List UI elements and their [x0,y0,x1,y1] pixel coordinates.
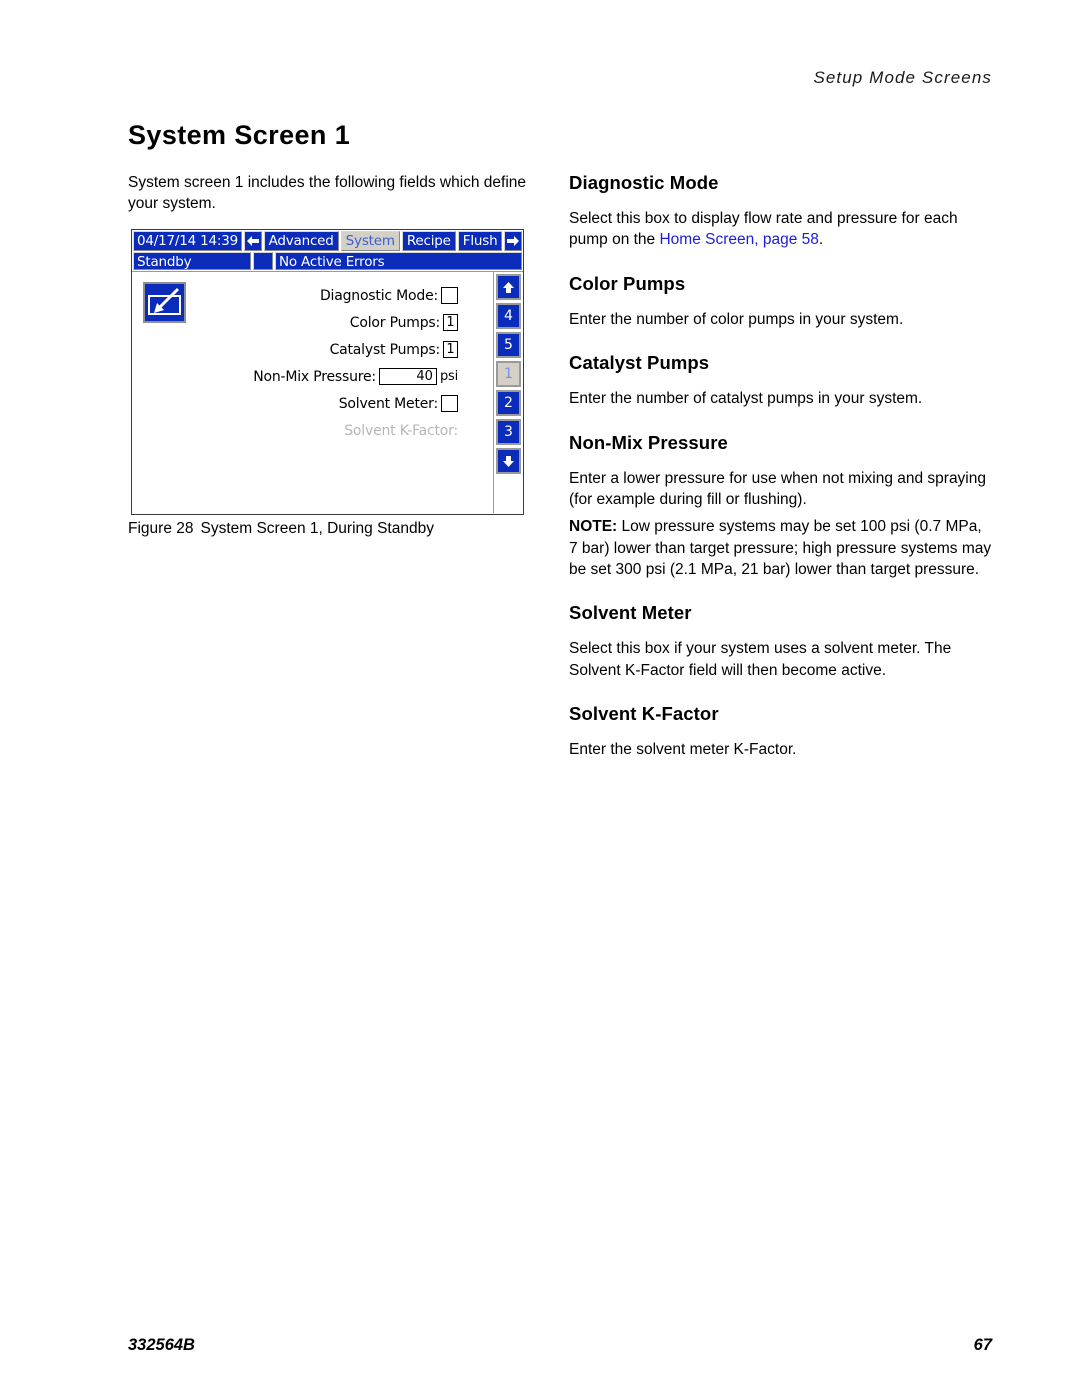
field-label-solvent-meter: Solvent Meter: [338,395,438,412]
field-label-diagnostic-mode: Diagnostic Mode: [319,287,438,304]
device-status-errors: No Active Errors [275,252,522,270]
field-label-color-pumps: Color Pumps: [349,314,440,331]
sidebar-screen-5-button[interactable]: 5 [496,332,521,358]
device-tab-advanced[interactable]: Advanced [263,231,339,251]
heading-color-pumps: Color Pumps [569,272,686,294]
sidebar-screen-3-button[interactable]: 3 [496,419,521,445]
device-top-bar: 04/17/14 14:39 Advanced System Recipe Fl… [132,230,523,251]
figure-caption-text: System Screen 1, During Standby [200,520,434,537]
sidebar-screen-2-button[interactable]: 2 [496,390,521,416]
heading-diagnostic-mode: Diagnostic Mode [569,172,719,193]
page-title: System Screen 1 [128,120,351,150]
body-solvent-k-factor: Enter the solvent meter K-Factor. [569,741,797,759]
note-label: NOTE: [569,518,618,536]
device-tab-system[interactable]: System [340,231,400,251]
figure-number: Figure 28 [128,520,194,537]
body-solvent-meter: Select this box if your system uses a so… [569,640,952,679]
body-non-mix-pressure: Enter a lower pressure for use when not … [569,469,986,508]
arrow-right-icon[interactable] [504,231,522,251]
device-sidebar: 4 5 1 2 3 [493,271,523,513]
device-canvas: Diagnostic Mode: Color Pumps: 1 Catalyst… [132,271,493,513]
footer-page-number: 67 [973,1336,992,1354]
body-diagnostic-mode: Select this box to display flow rate and… [569,208,994,251]
sidebar-scroll-up-button[interactable] [496,274,521,300]
input-non-mix-pressure[interactable]: 40 [378,368,437,385]
field-row-diagnostic-mode[interactable]: Diagnostic Mode: [208,282,458,309]
body-catalyst-pumps: Enter the number of catalyst pumps in yo… [569,390,923,408]
field-row-solvent-k-factor: Solvent K-Factor: [208,417,458,444]
right-column: Diagnostic Mode Select this box to displ… [569,172,994,767]
field-row-catalyst-pumps[interactable]: Catalyst Pumps: 1 [208,336,458,363]
field-label-catalyst-pumps: Catalyst Pumps: [329,341,441,358]
input-catalyst-pumps[interactable]: 1 [443,341,458,358]
note-body: Low pressure systems may be set 100 psi … [569,518,992,578]
device-status-spacer [253,252,273,270]
left-column: System screen 1 includes the following f… [128,172,538,229]
heading-solvent-k-factor: Solvent K-Factor [569,703,719,725]
sidebar-screen-4-button[interactable]: 4 [496,303,521,329]
intro-paragraph: System screen 1 includes the following f… [128,174,527,213]
checkbox-diagnostic-mode[interactable] [441,287,458,304]
arrow-up-icon [502,281,515,294]
heading-non-mix-pressure: Non-Mix Pressure [569,431,728,453]
sidebar-scroll-down-button[interactable] [496,448,521,474]
device-tab-flush[interactable]: Flush [457,231,503,251]
checkbox-solvent-meter[interactable] [441,395,458,412]
field-label-solvent-k-factor: Solvent K-Factor: [344,422,458,439]
device-status-mode: Standby [133,252,251,270]
body-diagnostic-mode-post: . [818,231,824,249]
edit-screen-icon[interactable] [143,282,186,323]
heading-catalyst-pumps: Catalyst Pumps [569,352,710,374]
device-screen: 04/17/14 14:39 Advanced System Recipe Fl… [131,229,524,515]
field-row-color-pumps[interactable]: Color Pumps: 1 [208,309,458,336]
arrow-left-icon[interactable] [244,231,262,251]
device-main-area: Diagnostic Mode: Color Pumps: 1 Catalyst… [132,271,523,513]
device-datetime: 04/17/14 14:39 [133,231,243,251]
figure-caption: Figure 28 System Screen 1, During Standby [128,520,434,538]
link-home-screen-page-58[interactable]: Home Screen, page 58 [659,231,818,248]
heading-solvent-meter: Solvent Meter [569,602,692,624]
device-tab-recipe[interactable]: Recipe [401,231,456,251]
device-form: Diagnostic Mode: Color Pumps: 1 Catalyst… [208,282,458,444]
device-status-bar: Standby No Active Errors [132,251,523,271]
running-header: Setup Mode Screens [813,68,992,87]
footer-document-number: 332564B [128,1336,195,1354]
unit-non-mix-pressure: psi [439,369,458,384]
sidebar-screen-1-button[interactable]: 1 [496,361,521,387]
field-row-non-mix-pressure[interactable]: Non-Mix Pressure: 40 psi [208,363,458,390]
input-color-pumps[interactable]: 1 [443,314,458,331]
note-non-mix-pressure: NOTE: Low pressure systems may be set 10… [569,516,994,580]
field-row-solvent-meter[interactable]: Solvent Meter: [208,390,458,417]
arrow-down-icon [502,455,515,468]
body-color-pumps: Enter the number of color pumps in your … [569,310,904,328]
field-label-non-mix-pressure: Non-Mix Pressure: [253,368,376,385]
